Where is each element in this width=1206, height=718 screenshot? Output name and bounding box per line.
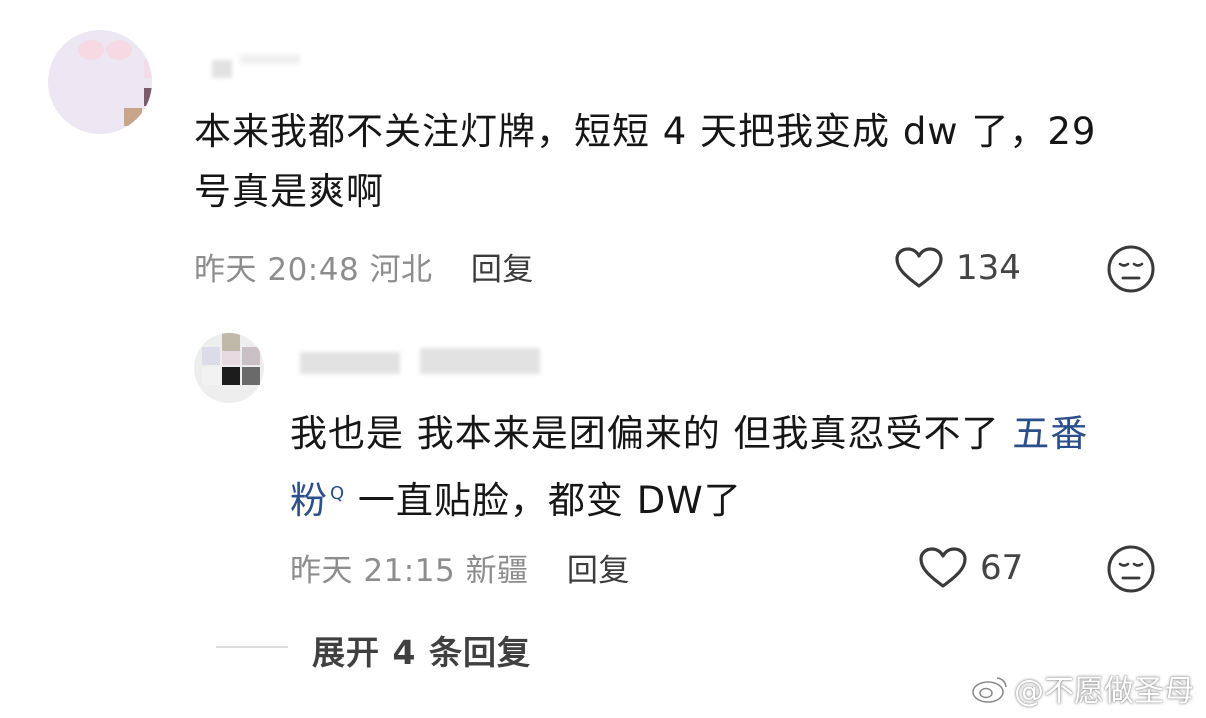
like-count: 134 [956, 248, 1021, 288]
search-icon: Q [330, 483, 346, 504]
avatar[interactable] [194, 333, 264, 403]
reply-text-part: 一直贴脸，都变 DW了 [345, 479, 742, 522]
username-blurred [240, 54, 300, 64]
avatar-ear [106, 40, 132, 60]
comment-text-line: 号真是爽啊 [194, 170, 384, 213]
username-blurred[interactable] [300, 352, 400, 374]
topic-link[interactable]: 粉Q [290, 479, 345, 522]
weibo-logo-icon [972, 677, 1007, 703]
comment-location: 河北 [369, 252, 433, 288]
watermark-text: @不愿做圣母 [1014, 674, 1194, 709]
heart-icon[interactable] [918, 546, 968, 590]
username-blurred[interactable] [212, 60, 232, 78]
reply-text-part: 我也是 我本来是团偏来的 但我真忍受不了 [290, 412, 1013, 455]
reply-button[interactable]: 回复 [471, 252, 534, 288]
comment-text: 本来我都不关注灯牌，短短 4 天把我变成 dw 了，29 号真是爽啊 [194, 102, 1174, 222]
like-control[interactable]: 134 [894, 246, 1021, 290]
avatar-ear [78, 40, 104, 60]
expand-replies-button[interactable]: 展开 4 条回复 [312, 626, 531, 674]
comment-meta: 昨天 20:48 河北 回复 [194, 244, 534, 289]
like-control[interactable]: 67 [918, 546, 1023, 590]
topic-link-text: 粉 [290, 479, 328, 522]
heart-icon[interactable] [894, 246, 944, 290]
like-count: 67 [980, 548, 1024, 588]
dislike-face-icon[interactable] [1106, 544, 1156, 594]
avatar[interactable] [48, 30, 152, 134]
reply-button[interactable]: 回复 [567, 553, 630, 589]
comment-time: 昨天 20:48 [194, 252, 360, 288]
comment-text-line: 本来我都不关注灯牌，短短 4 天把我变成 dw 了，29 [194, 110, 1097, 153]
topic-link[interactable]: 五番 [1012, 412, 1088, 455]
reply-meta: 昨天 21:15 新疆 回复 [290, 545, 630, 590]
reply-time: 昨天 21:15 [290, 553, 456, 589]
watermark: @不愿做圣母 [970, 666, 1194, 710]
dislike-face-icon[interactable] [1106, 244, 1156, 294]
divider [216, 646, 288, 648]
reply-text: 我也是 我本来是团偏来的 但我真忍受不了 五番粉 Q 一直贴脸，都变 DW了 [290, 404, 1170, 531]
username-blurred [420, 348, 540, 374]
reply-location: 新疆 [465, 553, 529, 589]
